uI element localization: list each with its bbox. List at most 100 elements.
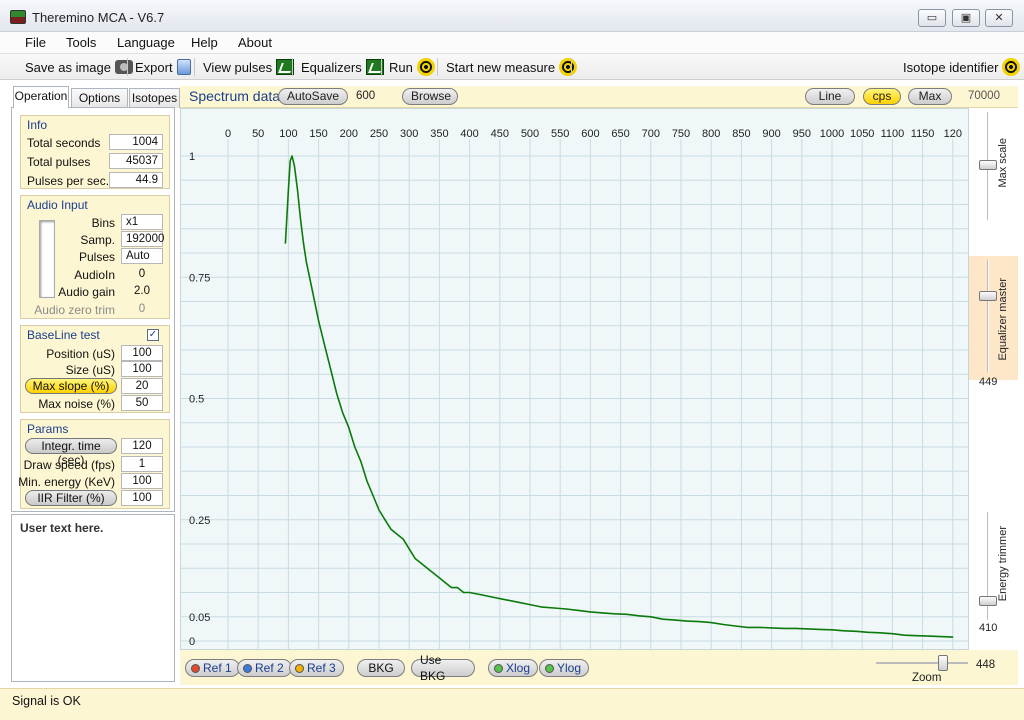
browse-button[interactable]: Browse xyxy=(402,88,458,105)
ref3-button[interactable]: Ref 3 xyxy=(289,659,344,677)
menu-file[interactable]: File xyxy=(25,35,46,50)
use-bkg-button[interactable]: Use BKG xyxy=(411,653,475,683)
close-button[interactable]: ✕ xyxy=(985,9,1013,27)
minimize-button[interactable]: ▭ xyxy=(918,9,946,27)
restore-button[interactable]: ▣ xyxy=(952,9,980,27)
start-new-measure-button[interactable]: Start new measure xyxy=(446,57,578,77)
max-noise-value[interactable]: 50 xyxy=(121,395,163,411)
view-pulses-button[interactable]: View pulses xyxy=(203,57,295,77)
audio-zero-trim-label: Audio zero trim xyxy=(34,303,115,317)
pulses-select[interactable]: Auto xyxy=(121,248,163,264)
spectrum-point xyxy=(952,636,954,638)
x-tick-label: 400 xyxy=(460,128,478,140)
zoom-slider-thumb[interactable] xyxy=(938,655,948,671)
cps-button[interactable]: cps xyxy=(863,88,901,105)
bkg-button[interactable]: BKG xyxy=(357,659,405,677)
save-image-button[interactable]: Save as image xyxy=(25,57,133,77)
tab-isotopes[interactable]: Isotopes xyxy=(129,88,180,108)
xlog-button[interactable]: Xlog xyxy=(488,659,539,677)
max-scale-slider[interactable]: Max scale xyxy=(969,112,1018,222)
menu-language[interactable]: Language xyxy=(117,35,175,50)
spectrum-point xyxy=(783,627,785,629)
integr-time-value[interactable]: 120 xyxy=(121,438,163,454)
samp-select[interactable]: 192000 xyxy=(121,231,164,247)
user-text-area[interactable]: User text here. xyxy=(11,514,175,682)
audioin-value[interactable]: 0 xyxy=(121,266,163,282)
iir-filter-value[interactable]: 100 xyxy=(121,490,163,506)
zoom-slider-track[interactable] xyxy=(876,662,968,664)
spectrum-point xyxy=(396,533,398,535)
x-tick-label: 700 xyxy=(642,128,660,140)
blue-dot-icon xyxy=(243,663,252,673)
size-label: Size (uS) xyxy=(65,363,115,377)
spectrum-point xyxy=(291,155,293,157)
max-button[interactable]: Max xyxy=(908,88,952,105)
equalizer-master-slider[interactable]: Equalizer master xyxy=(969,256,1018,380)
spectrum-point xyxy=(296,189,299,191)
draw-speed-value[interactable]: 1 xyxy=(121,456,163,472)
menu-about[interactable]: About xyxy=(238,35,272,50)
user-text: User text here. xyxy=(20,521,104,535)
ref2-button[interactable]: Ref 2 xyxy=(237,659,292,677)
max-slope-button[interactable]: Max slope (%) xyxy=(25,378,117,394)
ylog-button[interactable]: Ylog xyxy=(539,659,590,677)
spectrum-point xyxy=(613,613,616,615)
x-tick-label: 200 xyxy=(340,128,358,140)
autosave-value[interactable]: 600 xyxy=(356,90,375,102)
integr-time-button[interactable]: Integr. time (sec) xyxy=(25,438,117,467)
position-value[interactable]: 100 xyxy=(121,345,163,361)
min-energy-value[interactable]: 100 xyxy=(121,473,163,489)
max-value[interactable]: 70000 xyxy=(968,90,1000,102)
spectrum-point xyxy=(311,291,314,293)
spectrum-point xyxy=(318,320,320,322)
iir-filter-button[interactable]: IIR Filter (%) xyxy=(25,490,117,506)
x-tick-label: 800 xyxy=(702,128,720,140)
max-scale-thumb[interactable] xyxy=(979,160,997,170)
save-image-label: Save as image xyxy=(25,59,111,75)
autosave-button[interactable]: AutoSave xyxy=(278,88,349,105)
line-button[interactable]: Line xyxy=(805,88,855,105)
run-button[interactable]: Run xyxy=(389,57,435,77)
energy-trimmer-thumb[interactable] xyxy=(979,596,997,606)
spectrum-point xyxy=(903,634,906,636)
pulses-label: Pulses xyxy=(78,250,115,264)
max-slope-value[interactable]: 20 xyxy=(121,378,163,394)
baseline-test-checkbox[interactable]: ✓ xyxy=(147,329,159,341)
spectrum-point xyxy=(432,572,434,574)
export-button[interactable]: Export xyxy=(135,57,191,77)
equalizers-button[interactable]: Equalizers xyxy=(301,57,384,77)
equalizer-master-thumb[interactable] xyxy=(979,291,997,301)
spectrum-chart[interactable]: 0 50 100 150 200 250 300 350 400 450 500 550 600 650 7… xyxy=(181,109,969,650)
spectrum-point xyxy=(420,562,422,564)
bins-select[interactable]: x1 xyxy=(121,214,163,230)
audioin-label: AudioIn xyxy=(74,268,115,282)
energy-trimmer-slider[interactable]: Energy trimmer xyxy=(969,508,1018,624)
ref1-button[interactable]: Ref 1 xyxy=(185,659,240,677)
spectrum-point xyxy=(867,631,869,633)
pulses-row: Pulses Auto xyxy=(21,248,171,265)
spectrum-plot[interactable]: 0 50 100 150 200 250 300 350 400 450 500 550 600 650 7… xyxy=(180,108,969,650)
audio-zero-trim-value[interactable]: 0 xyxy=(121,301,163,317)
ref1-label: Ref 1 xyxy=(203,661,232,675)
size-value[interactable]: 100 xyxy=(121,361,163,377)
audio-gain-value[interactable]: 2.0 xyxy=(121,283,163,299)
isotope-identifier-button[interactable]: Isotope identifier xyxy=(903,57,1021,77)
spectrum-point xyxy=(831,629,833,631)
menu-tools[interactable]: Tools xyxy=(66,35,96,50)
toolbar-separator xyxy=(381,58,382,76)
x-tick-label: 350 xyxy=(430,128,448,140)
tab-options[interactable]: Options xyxy=(71,88,128,108)
menu-help[interactable]: Help xyxy=(191,35,218,50)
bins-label: Bins xyxy=(91,216,115,230)
spectrum-point xyxy=(360,460,362,463)
x-tick-label: 550 xyxy=(551,128,569,140)
spectrum-point xyxy=(299,218,302,220)
audioin-row: AudioIn 0 xyxy=(21,266,171,283)
spectrum-point xyxy=(795,627,797,629)
spectrum-point xyxy=(517,601,519,603)
start-new-label: Start new measure xyxy=(446,59,556,75)
total-pulses-row: Total pulses 45037 xyxy=(21,153,171,170)
spectrum-point xyxy=(626,613,628,615)
spectrum-point xyxy=(638,615,640,617)
tab-operation[interactable]: Operation xyxy=(13,86,69,108)
